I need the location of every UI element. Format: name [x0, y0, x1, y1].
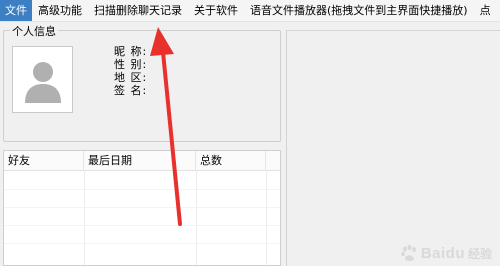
watermark-suffix: 经验 [467, 246, 492, 261]
chat-content-panel [286, 30, 500, 266]
nickname-label: 昵 称: [114, 45, 148, 58]
menu-advanced[interactable]: 高级功能 [32, 0, 88, 21]
region-label: 地 区: [114, 71, 148, 84]
menu-more[interactable]: 点 [474, 0, 497, 21]
profile-group-title: 个人信息 [10, 23, 58, 39]
left-panel: 个人信息 昵 称: 性 别: 地 区: 签 名: 好友 最后日期 总数 [0, 22, 284, 266]
column-header-friend[interactable]: 好友 [4, 151, 84, 171]
table-header: 好友 最后日期 总数 [4, 151, 280, 171]
menu-scan-delete-chat[interactable]: 扫描删除聊天记录 [88, 0, 188, 21]
row-divider [4, 225, 280, 226]
row-divider [4, 243, 280, 244]
column-header-total[interactable]: 总数 [196, 151, 266, 171]
row-divider [4, 207, 280, 208]
signature-label: 签 名: [114, 84, 148, 97]
gender-label: 性 别: [114, 58, 148, 71]
profile-info: 昵 称: 性 别: 地 区: 签 名: [114, 45, 147, 97]
avatar [12, 46, 73, 113]
column-divider [196, 171, 197, 265]
menu-voice-player[interactable]: 语音文件播放器(拖拽文件到主界面快捷播放) [244, 0, 474, 21]
column-header-last-date[interactable]: 最后日期 [84, 151, 196, 171]
profile-group: 个人信息 昵 称: 性 别: 地 区: 签 名: [3, 23, 281, 142]
menu-file[interactable]: 文件 [0, 0, 32, 21]
row-divider [4, 189, 280, 190]
column-divider [84, 171, 85, 265]
friend-table[interactable]: 好友 最后日期 总数 [3, 150, 281, 266]
user-silhouette-icon [24, 61, 61, 103]
paw-icon [401, 244, 416, 261]
baidu-watermark: Baidu 经验 [400, 244, 492, 262]
watermark-brand: Baidu [420, 244, 465, 262]
column-divider [266, 171, 267, 265]
menu-bar: 文件 高级功能 扫描删除聊天记录 关于软件 语音文件播放器(拖拽文件到主界面快捷… [0, 0, 500, 22]
menu-about[interactable]: 关于软件 [188, 0, 244, 21]
